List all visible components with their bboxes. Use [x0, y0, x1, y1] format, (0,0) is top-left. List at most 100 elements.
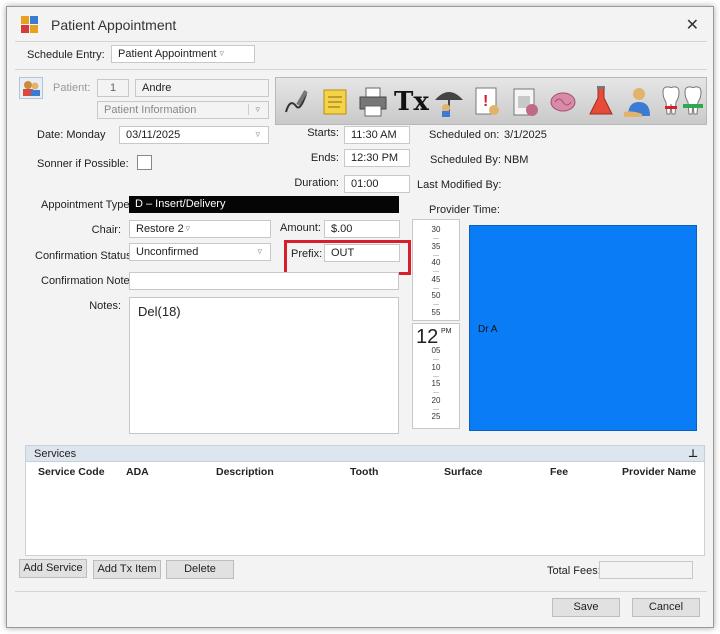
- date-picker[interactable]: 03/11/2025 ▿: [119, 126, 269, 144]
- services-header: Services ⊥: [25, 445, 705, 462]
- column-header-description[interactable]: Description: [216, 466, 274, 478]
- provider-name: Dr A: [478, 324, 498, 335]
- duration-field[interactable]: 01:00: [344, 175, 410, 193]
- chair-label: Chair:: [91, 224, 121, 236]
- time-tick-label: 55: [431, 307, 441, 317]
- patient-label: Patient:: [53, 82, 91, 94]
- confirmation-status-label: Confirmation Status:: [35, 250, 135, 262]
- lab-flask-icon[interactable]: [584, 84, 618, 120]
- ends-field[interactable]: 12:30 PM: [344, 149, 410, 167]
- add-tx-item-button[interactable]: Add Tx Item: [93, 560, 161, 579]
- patient-info-value: Patient Information: [104, 104, 197, 116]
- ampm-label: PM: [441, 328, 452, 335]
- amount-field[interactable]: $.00: [324, 220, 400, 238]
- insurance-umbrella-icon[interactable]: [432, 84, 466, 120]
- chevron-down-icon: ▿: [219, 48, 224, 58]
- confirmation-status-select[interactable]: Unconfirmed ▿: [129, 243, 271, 261]
- starts-label: Starts:: [307, 127, 339, 139]
- starts-field[interactable]: 11:30 AM: [344, 126, 410, 144]
- brain-icon[interactable]: [546, 84, 580, 120]
- title-bar: Patient Appointment ✕: [7, 7, 713, 41]
- tooth-icon[interactable]: [660, 84, 682, 120]
- signature-icon[interactable]: [280, 84, 314, 120]
- chart-toolbar: Tx !: [275, 77, 707, 125]
- chevron-down-icon: ▿: [248, 104, 260, 115]
- time-tick-label: 20: [431, 395, 441, 405]
- timeline-lower[interactable]: 12 PM 05 --- 10 --- 15 --- 20 --- 25: [412, 323, 460, 429]
- amount-label: Amount:: [280, 222, 321, 234]
- confirmation-note-label: Confirmation Note:: [41, 275, 133, 287]
- pin-icon[interactable]: ⊥: [688, 447, 698, 460]
- sooner-checkbox[interactable]: [137, 155, 152, 170]
- column-header-surface[interactable]: Surface: [444, 466, 483, 478]
- patient-id-field: 1: [97, 79, 129, 97]
- scheduled-on-value: 3/1/2025: [504, 129, 547, 141]
- time-tick-label: 30: [431, 225, 441, 234]
- patient-select-button[interactable]: [19, 77, 43, 99]
- divider: [15, 41, 707, 42]
- save-button[interactable]: Save: [552, 598, 620, 617]
- schedule-entry-label: Schedule Entry:: [27, 49, 105, 61]
- printer-icon[interactable]: [356, 84, 390, 120]
- time-tick-label: 35: [431, 241, 441, 251]
- appointment-type-field[interactable]: D – Insert/Delivery: [129, 196, 399, 213]
- provider-time-block[interactable]: Dr A: [469, 225, 697, 431]
- total-fees-field: [599, 561, 693, 579]
- chevron-down-icon: ▿: [255, 129, 260, 139]
- time-tick-label: 50: [431, 291, 441, 300]
- cancel-button[interactable]: Cancel: [632, 598, 700, 617]
- chair-value: Restore 2: [136, 223, 184, 235]
- chair-select[interactable]: Restore 2 ▿: [129, 220, 271, 238]
- scheduled-by-value: NBM: [504, 154, 529, 166]
- last-modified-label: Last Modified By:: [417, 179, 502, 191]
- schedule-entry-value: Patient Appointment: [118, 48, 217, 60]
- time-tick-label: 05: [431, 346, 441, 355]
- schedule-entry-select[interactable]: Patient Appointment ▿: [111, 45, 255, 63]
- date-value: 03/11/2025: [126, 129, 181, 141]
- patient-hand-icon[interactable]: [622, 84, 656, 120]
- add-service-button[interactable]: Add Service: [19, 559, 87, 578]
- patient-info-select[interactable]: Patient Information ▿: [97, 101, 269, 119]
- column-header-fee[interactable]: Fee: [550, 466, 568, 478]
- chevron-down-icon: ▿: [185, 223, 190, 233]
- patients-icon: [23, 81, 40, 96]
- column-header-service-code[interactable]: Service Code: [38, 466, 105, 478]
- svg-text:!: !: [483, 93, 488, 110]
- duration-label: Duration:: [294, 177, 339, 189]
- patient-name-field: Andre: [135, 79, 269, 97]
- time-tick-label: 10: [431, 362, 441, 372]
- time-tick-label: 25: [431, 412, 441, 421]
- timeline-upper[interactable]: 30 --- 35 --- 40 --- 45 --- 50 --- 55: [412, 219, 460, 321]
- column-header-provider-name[interactable]: Provider Name: [622, 466, 696, 478]
- provider-time-label: Provider Time:: [429, 204, 500, 216]
- confirmation-status-value: Unconfirmed: [136, 246, 199, 258]
- notes-textarea[interactable]: Del(18): [129, 297, 399, 434]
- app-icon: [21, 16, 39, 34]
- services-title: Services: [34, 448, 77, 460]
- tx-icon[interactable]: Tx: [394, 84, 429, 120]
- notes-icon[interactable]: [318, 84, 352, 120]
- chevron-down-icon: ▿: [257, 246, 262, 256]
- time-tick-label: 45: [431, 274, 441, 284]
- appointment-window: Patient Appointment ✕ Schedule Entry: Pa…: [6, 6, 714, 628]
- medical-alert-icon[interactable]: !: [470, 84, 504, 120]
- perio-chart-icon[interactable]: [682, 84, 704, 120]
- ends-label: Ends:: [310, 152, 339, 164]
- notes-label: Notes:: [89, 300, 121, 312]
- prefix-label: Prefix:: [291, 248, 323, 260]
- scheduled-by-label: Scheduled By:: [430, 154, 501, 166]
- divider: [15, 69, 707, 70]
- date-label: Date: Monday: [37, 129, 106, 141]
- window-title: Patient Appointment: [51, 17, 177, 33]
- prefix-field[interactable]: OUT: [324, 244, 400, 262]
- scheduled-on-label: Scheduled on:: [429, 129, 500, 141]
- time-tick-label: 15: [431, 379, 441, 388]
- total-fees-label: Total Fees::: [547, 565, 604, 577]
- sooner-label: Sonner if Possible:: [37, 158, 129, 170]
- delete-button[interactable]: Delete: [166, 560, 234, 579]
- xray-icon[interactable]: [508, 84, 542, 120]
- confirmation-note-field[interactable]: [129, 272, 399, 290]
- close-icon[interactable]: ✕: [686, 15, 699, 35]
- column-header-ada[interactable]: ADA: [126, 466, 149, 478]
- column-header-tooth[interactable]: Tooth: [350, 466, 378, 478]
